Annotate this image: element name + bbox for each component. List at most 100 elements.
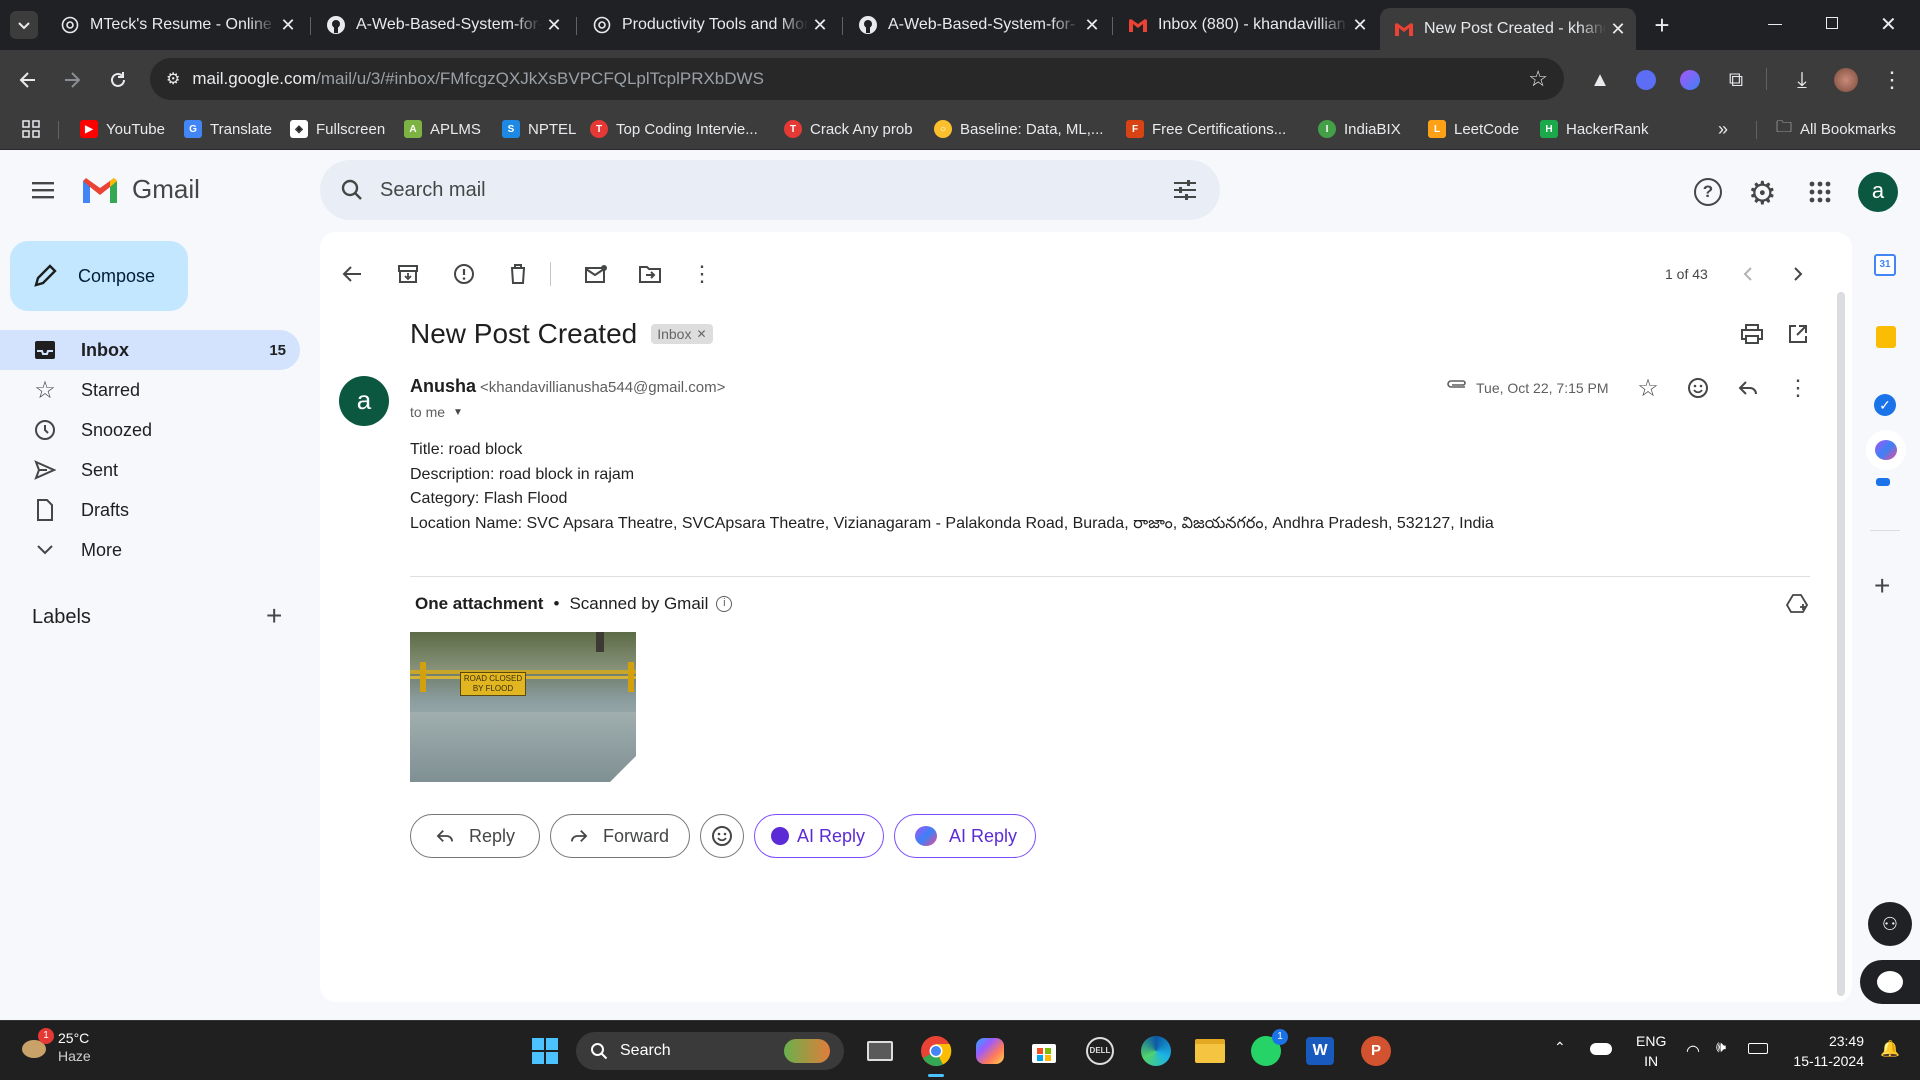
add-label-icon[interactable]: +	[266, 600, 282, 632]
close-icon[interactable]: ✕	[808, 15, 832, 36]
calendar-icon[interactable]: 31	[1874, 254, 1896, 276]
browser-tab[interactable]: MTeck's Resume - Online L ✕	[46, 8, 306, 42]
extension-3-icon[interactable]	[1676, 66, 1704, 94]
account-avatar[interactable]: a	[1858, 172, 1898, 212]
volume-icon[interactable]: 🕪	[1716, 1039, 1726, 1057]
more-actions-icon[interactable]: ⋮	[688, 260, 716, 288]
compose-button[interactable]: Compose	[10, 241, 188, 311]
star-icon[interactable]: ☆	[1634, 374, 1662, 402]
search-icon[interactable]	[340, 178, 364, 202]
close-icon[interactable]: ✕	[1348, 15, 1372, 36]
attachment-thumbnail[interactable]: ROAD CLOSED BY FLOOD	[410, 632, 636, 782]
reload-button[interactable]	[104, 66, 132, 94]
scrollbar[interactable]	[1837, 292, 1845, 996]
whatsapp-icon[interactable]: 1	[1248, 1029, 1288, 1069]
new-tab-button[interactable]: +	[1648, 12, 1676, 40]
sender-avatar[interactable]: a	[339, 376, 389, 426]
info-icon[interactable]: i	[716, 596, 733, 612]
floating-widget[interactable]: ⚇	[1868, 902, 1912, 946]
ai-reply-button-2[interactable]: AI Reply	[894, 814, 1036, 858]
task-view-icon[interactable]	[862, 1033, 898, 1069]
browser-tab-active[interactable]: New Post Created - khand ✕	[1380, 8, 1636, 50]
emoji-react-icon[interactable]	[1684, 374, 1712, 402]
back-button[interactable]	[14, 66, 42, 94]
browser-menu-icon[interactable]: ⋮	[1878, 66, 1906, 94]
forward-button[interactable]	[58, 66, 86, 94]
sidebar-item-sent[interactable]: Sent	[0, 450, 300, 490]
mark-unread-icon[interactable]	[582, 260, 610, 288]
gmail-logo[interactable]: Gmail	[80, 174, 200, 205]
google-apps-icon[interactable]	[1808, 180, 1832, 204]
delete-icon[interactable]	[504, 260, 532, 288]
sidebar-item-drafts[interactable]: Drafts	[0, 490, 300, 530]
apps-grid-icon[interactable]	[22, 117, 40, 141]
extension-1-icon[interactable]: ▲	[1586, 66, 1614, 94]
bookmark-certifications[interactable]: F Free Certifications...	[1126, 117, 1286, 141]
forward-button[interactable]: Forward	[550, 814, 690, 858]
browser-tab[interactable]: A-Web-Based-System-for- ✕	[844, 8, 1110, 42]
keep-icon[interactable]	[1876, 326, 1896, 348]
main-menu-button[interactable]	[30, 180, 60, 210]
report-spam-icon[interactable]	[450, 260, 478, 288]
print-icon[interactable]	[1738, 320, 1766, 348]
bookmark-leetcode[interactable]: L LeetCode	[1428, 117, 1519, 141]
download-icon[interactable]: ⤓	[1788, 66, 1816, 94]
close-icon[interactable]: ✕	[542, 15, 566, 36]
tasks-icon[interactable]: ✓	[1874, 394, 1896, 416]
clock[interactable]: 23:49 15-11-2024	[1784, 1031, 1864, 1071]
close-icon[interactable]: ✕	[1606, 19, 1630, 40]
edge-icon[interactable]	[1138, 1033, 1174, 1069]
bookmark-crack[interactable]: T Crack Any prob	[784, 117, 913, 141]
onedrive-icon[interactable]	[1590, 1043, 1612, 1055]
bookmark-aplms[interactable]: A APLMS	[404, 117, 481, 141]
close-icon[interactable]: ✕	[1080, 15, 1104, 36]
tab-search-button[interactable]	[10, 11, 38, 39]
open-new-window-icon[interactable]	[1784, 320, 1812, 348]
all-bookmarks[interactable]: 🗀 All Bookmarks	[1776, 117, 1896, 141]
browser-tab[interactable]: A-Web-Based-System-for- ✕	[312, 8, 572, 42]
sidebar-item-starred[interactable]: ☆ Starred	[0, 370, 300, 410]
remove-label-icon[interactable]: ✕	[696, 327, 706, 341]
newer-icon[interactable]	[1734, 260, 1762, 288]
address-bar[interactable]: ⚙ mail.google.com /mail/u/3/#inbox/FMfcg…	[150, 58, 1564, 100]
chrome-icon[interactable]	[918, 1033, 954, 1077]
browser-tab[interactable]: Productivity Tools and Mor ✕	[578, 8, 838, 42]
sidebar-item-inbox[interactable]: Inbox 15	[0, 330, 300, 370]
ai-extension-icon[interactable]	[1866, 430, 1906, 470]
reply-button[interactable]: Reply	[410, 814, 540, 858]
bookmark-coding[interactable]: T Top Coding Intervie...	[590, 117, 758, 141]
bookmark-star-icon[interactable]: ☆	[1528, 66, 1548, 92]
get-addons-icon[interactable]: +	[1874, 570, 1890, 602]
profile-avatar[interactable]	[1832, 66, 1860, 94]
notifications-bell-icon[interactable]: 🔔	[1880, 1039, 1900, 1059]
sidebar-item-more[interactable]: More	[0, 530, 300, 570]
bookmark-indiabix[interactable]: I IndiaBIX	[1318, 117, 1401, 141]
more-bookmarks-icon[interactable]: »	[1718, 117, 1728, 141]
emoji-reaction-button[interactable]	[700, 814, 744, 858]
copilot-icon[interactable]	[972, 1033, 1008, 1069]
bookmark-translate[interactable]: G Translate	[184, 117, 272, 141]
search-bar[interactable]: Search mail	[320, 160, 1220, 220]
bookmark-nptel[interactable]: S NPTEL	[502, 117, 576, 141]
extensions-puzzle-icon[interactable]: ⧉	[1722, 66, 1750, 94]
search-input[interactable]: Search mail	[380, 179, 486, 202]
bookmark-fullscreen[interactable]: ◈ Fullscreen	[290, 117, 385, 141]
move-to-icon[interactable]	[636, 260, 664, 288]
file-explorer-icon[interactable]	[1192, 1033, 1228, 1069]
show-hidden-icons[interactable]: ⌃	[1554, 1039, 1566, 1056]
browser-tab[interactable]: Inbox (880) - khandavillian ✕	[1114, 8, 1378, 42]
close-icon[interactable]: ✕	[276, 15, 300, 36]
close-window-button[interactable]: ✕	[1880, 12, 1897, 37]
help-icon[interactable]: ?	[1694, 178, 1722, 206]
sender-name[interactable]: Anusha	[410, 376, 476, 397]
archive-icon[interactable]	[394, 260, 422, 288]
powerpoint-icon[interactable]: P	[1358, 1033, 1394, 1069]
search-options-icon[interactable]	[1172, 178, 1198, 202]
wifi-icon[interactable]: ◠	[1686, 1041, 1700, 1061]
start-button[interactable]	[527, 1033, 563, 1069]
language-indicator[interactable]: ENG IN	[1636, 1031, 1666, 1071]
add-to-drive-icon[interactable]	[1783, 590, 1811, 618]
microsoft-store-icon[interactable]	[1026, 1033, 1062, 1069]
message-more-icon[interactable]: ⋮	[1784, 374, 1812, 402]
reply-icon[interactable]	[1734, 374, 1762, 402]
